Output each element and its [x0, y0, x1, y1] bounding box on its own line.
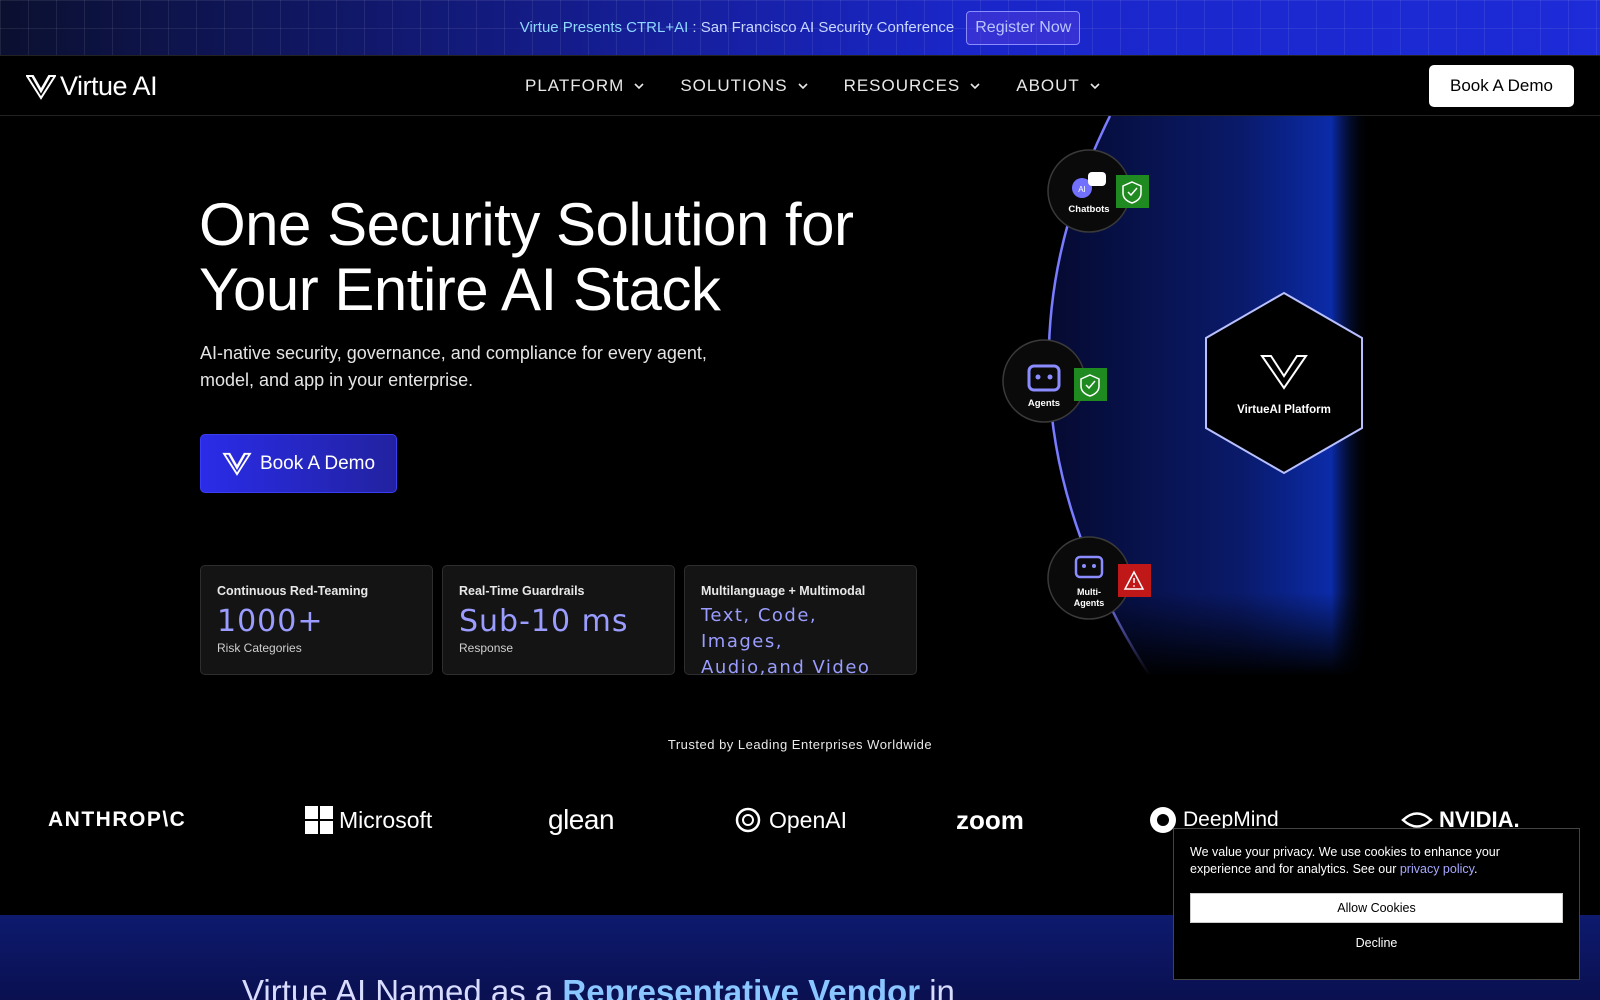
hero-title: One Security Solution for Your Entire AI…	[199, 192, 919, 322]
stat-card-guardrails: Real-Time Guardrails Sub-10 ms Response	[442, 565, 675, 675]
brand-microsoft: Microsoft	[305, 800, 432, 840]
logo[interactable]: Virtue AI	[26, 71, 158, 102]
logo-text: Virtue AI	[60, 71, 158, 101]
hero-title-line-1: One Security Solution for	[199, 191, 854, 258]
brand-name: OpenAI	[769, 806, 847, 833]
announcement-text: Virtue Presents CTRL+AI : San Francisco …	[520, 19, 955, 36]
stat-label: Real-Time Guardrails	[459, 584, 585, 598]
nav-menu: PLATFORM SOLUTIONS RESOURCES ABOUT	[525, 56, 1100, 115]
brand-openai: OpenAI	[733, 800, 847, 840]
node-label: Agents	[1028, 398, 1060, 409]
node-label: Chatbots	[1068, 204, 1109, 215]
main-nav: Virtue AI PLATFORM SOLUTIONS RESOURCES A…	[0, 55, 1600, 116]
node-label-line-2: Agents	[1074, 598, 1105, 608]
chevron-down-icon	[1090, 82, 1100, 89]
hero-demo-label: Book A Demo	[259, 452, 376, 474]
brand-name: Microsoft	[339, 806, 433, 833]
openai-logo-icon	[735, 807, 761, 833]
brand-name: ANTHROP\C	[48, 808, 187, 831]
nav-item-label: RESOURCES	[843, 75, 961, 95]
vendor-title-post: in	[920, 973, 955, 1000]
hero-subtitle-line-1: AI-native security, governance, and comp…	[200, 343, 707, 363]
platform-diagram: VirtueAI Platform AI Chatbots Agents Mul…	[990, 116, 1410, 676]
stats-row: Continuous Red-Teaming 1000+ Risk Catego…	[200, 565, 917, 678]
hero-title-line-2: Your Entire AI Stack	[199, 256, 721, 323]
stat-caption: Risk Categories	[217, 641, 302, 655]
vendor-title-highlight: Representative Vendor	[562, 973, 921, 1000]
cookie-text-end: .	[1473, 862, 1478, 876]
chevron-down-icon	[797, 82, 808, 89]
allow-cookies-button[interactable]: Allow Cookies	[1190, 893, 1563, 923]
chevron-down-icon	[970, 82, 980, 89]
hero-subtitle-line-2: model, and app in your enterprise.	[200, 370, 474, 390]
brand-name: glean	[548, 804, 615, 835]
announcement-bar: Virtue Presents CTRL+AI : San Francisco …	[0, 0, 1600, 55]
platform-diagram-graphic: VirtueAI Platform AI Chatbots Agents Mul…	[990, 116, 1410, 676]
nav-item-label: ABOUT	[1016, 75, 1080, 95]
virtue-logo-icon	[222, 452, 252, 476]
platform-label: VirtueAI Platform	[1237, 404, 1331, 416]
stat-value: 1000+	[217, 604, 324, 639]
cookie-text: We value your privacy. We use cookies to…	[1190, 844, 1563, 878]
node-label-line-1: Multi-	[1077, 587, 1101, 597]
decline-cookies-button[interactable]: Decline	[1190, 928, 1563, 958]
stat-label: Multilanguage + Multimodal	[701, 584, 866, 598]
announcement-rest: : San Francisco AI Security Conference	[688, 19, 955, 36]
stat-label: Continuous Red-Teaming	[217, 584, 369, 598]
vendor-banner-title: Virtue AI Named as a Representative Vend…	[242, 973, 955, 1000]
brand-name: zoom	[956, 804, 1024, 835]
brand-zoom: zoom	[956, 800, 1024, 840]
hero-subtitle: AI-native security, governance, and comp…	[200, 340, 760, 394]
chevron-down-icon	[634, 82, 644, 89]
nav-item-solutions[interactable]: SOLUTIONS	[680, 75, 808, 96]
nav-item-label: SOLUTIONS	[680, 75, 788, 95]
stat-value-line-1: Text, Code, Images,	[701, 605, 818, 652]
stat-caption: Response	[459, 641, 514, 655]
stat-value: Sub-10 ms	[459, 604, 629, 639]
stat-card-red-teaming: Continuous Red-Teaming 1000+ Risk Catego…	[200, 565, 433, 675]
trusted-heading: Trusted by Leading Enterprises Worldwide	[667, 737, 933, 752]
register-now-button[interactable]: Register Now	[966, 10, 1081, 45]
nav-book-demo-button[interactable]: Book A Demo	[1429, 65, 1574, 107]
virtue-logo-icon	[26, 74, 56, 100]
announcement-lead: Virtue Presents CTRL+AI	[519, 19, 689, 36]
nav-item-platform[interactable]: PLATFORM	[525, 76, 644, 96]
stat-card-multimodal: Multilanguage + Multimodal Text, Code, I…	[684, 565, 917, 678]
microsoft-logo-icon	[305, 806, 333, 834]
brand-glean: glean	[548, 800, 615, 840]
cookie-consent: We value your privacy. We use cookies to…	[1173, 828, 1580, 980]
nav-item-label: PLATFORM	[525, 75, 625, 95]
stat-value-line-2: Audio,and Video	[701, 657, 871, 678]
nav-item-about[interactable]: ABOUT	[1016, 76, 1100, 96]
stat-value: Text, Code, Images, Audio,and Video	[701, 603, 900, 681]
privacy-policy-link[interactable]: privacy policy	[1400, 862, 1474, 876]
svg-text:AI: AI	[1078, 185, 1086, 194]
brand-anthropic: ANTHROP\C	[48, 800, 186, 840]
hero-book-demo-button[interactable]: Book A Demo	[200, 434, 397, 493]
nav-item-resources[interactable]: RESOURCES	[844, 76, 981, 96]
vendor-title-pre: Virtue AI Named as a	[242, 973, 563, 1000]
